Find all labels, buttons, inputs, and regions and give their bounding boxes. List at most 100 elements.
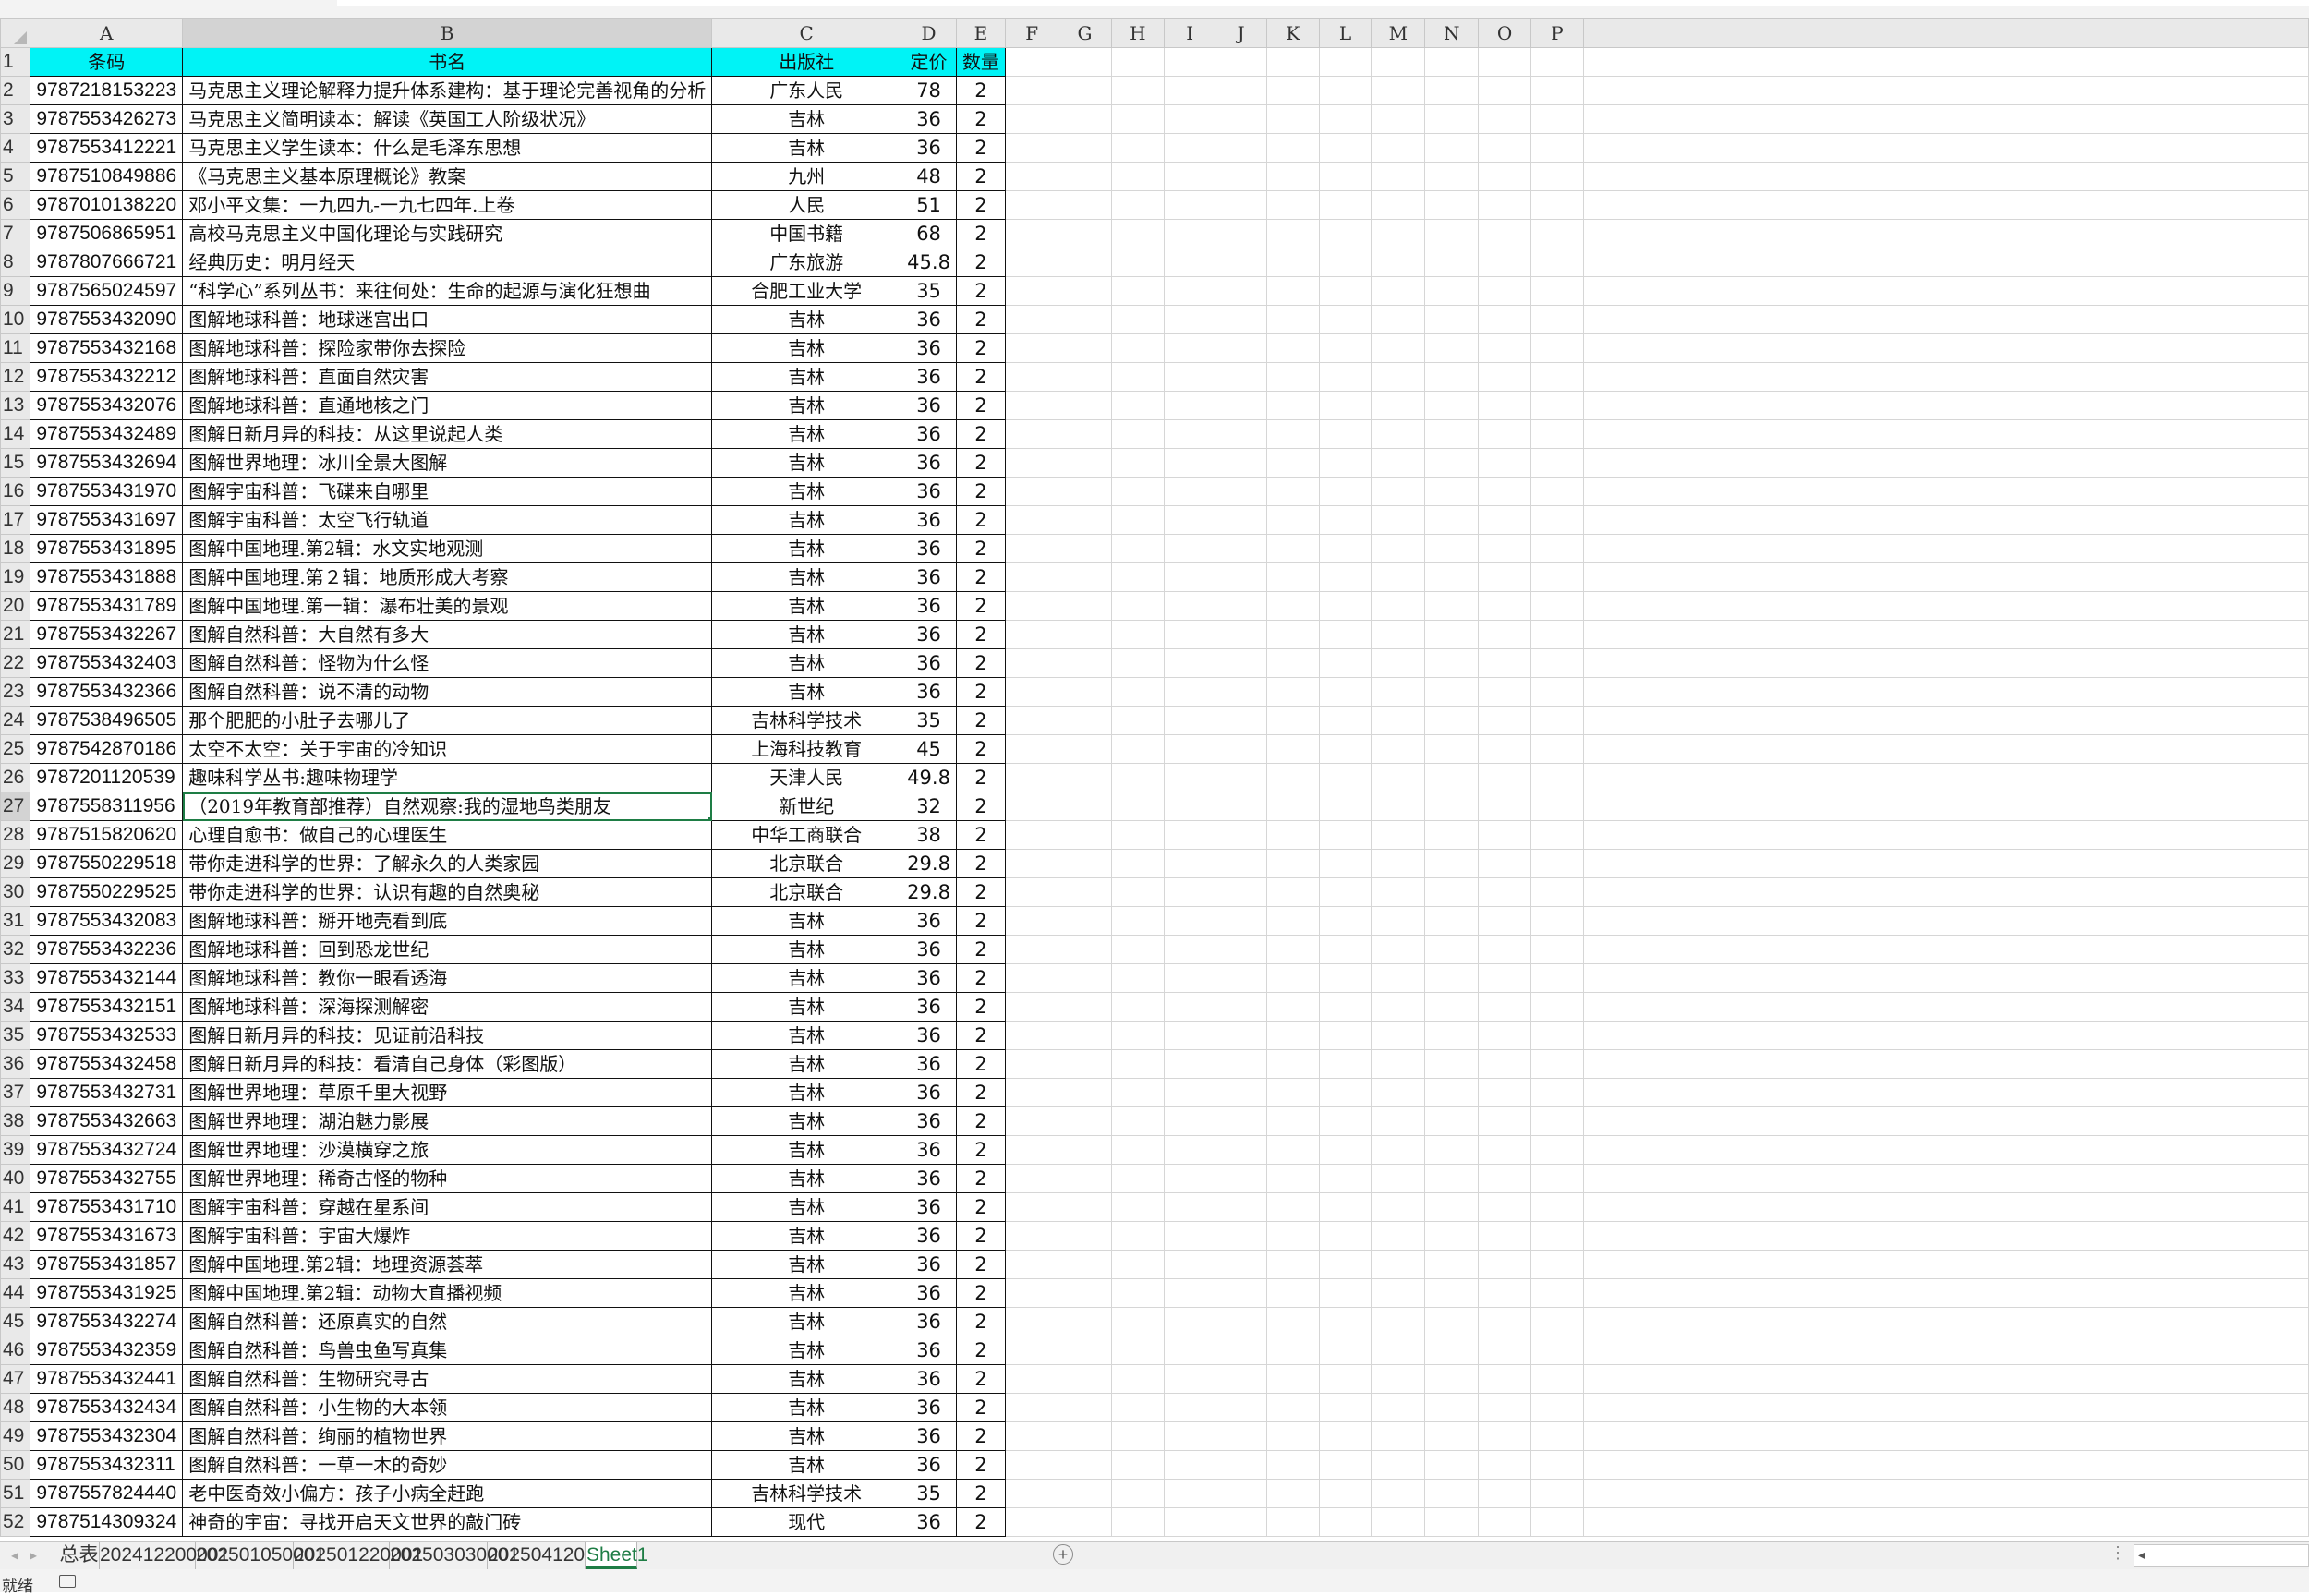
- price-cell[interactable]: 36: [901, 648, 957, 678]
- empty-cell[interactable]: [1424, 1450, 1479, 1480]
- empty-cell[interactable]: [1058, 877, 1112, 907]
- empty-cell[interactable]: [1318, 562, 1372, 592]
- empty-cell[interactable]: [1215, 1078, 1267, 1107]
- publisher-cell[interactable]: 北京联合: [711, 849, 902, 878]
- empty-cell[interactable]: [1004, 1307, 1059, 1336]
- empty-cell[interactable]: [1477, 992, 1532, 1022]
- row-header-18[interactable]: 18: [0, 534, 31, 563]
- row-header-28[interactable]: 28: [0, 820, 31, 850]
- empty-cell[interactable]: [1215, 1336, 1267, 1365]
- empty-cell[interactable]: [1058, 591, 1112, 621]
- empty-cell[interactable]: [1371, 1135, 1426, 1165]
- barcode-cell[interactable]: 9787553426273: [30, 104, 184, 134]
- title-cell[interactable]: 马克思主义简明读本：解读《英国工人阶级状况》: [182, 104, 713, 134]
- empty-cell[interactable]: [1215, 935, 1267, 964]
- empty-cell[interactable]: [1477, 419, 1532, 449]
- empty-cell[interactable]: [1477, 248, 1532, 277]
- empty-cell[interactable]: [1265, 849, 1320, 878]
- title-cell[interactable]: 图解中国地理.第2辑：地理资源荟萃: [182, 1250, 713, 1279]
- barcode-cell[interactable]: 9787553431710: [30, 1192, 184, 1222]
- empty-cell[interactable]: [1004, 1192, 1059, 1222]
- title-cell[interactable]: 图解世界地理：湖泊魅力影展: [182, 1106, 713, 1136]
- empty-cell[interactable]: [1371, 190, 1426, 220]
- publisher-cell[interactable]: 吉林: [711, 534, 902, 563]
- empty-cell[interactable]: [1477, 534, 1532, 563]
- empty-cell[interactable]: [1110, 505, 1166, 535]
- title-cell[interactable]: 图解中国地理.第２辑：地质形成大考察: [182, 562, 713, 592]
- quantity-cell[interactable]: 2: [955, 849, 1006, 878]
- empty-cell[interactable]: [1110, 1507, 1166, 1537]
- tab-splitter-icon[interactable]: ⋮: [2110, 1543, 2126, 1563]
- title-cell[interactable]: 图解自然科普：小生物的大本领: [182, 1393, 713, 1422]
- empty-cell[interactable]: [1004, 591, 1059, 621]
- empty-cell[interactable]: [1004, 820, 1059, 850]
- empty-cell[interactable]: [1371, 963, 1426, 993]
- empty-cell[interactable]: [1265, 877, 1320, 907]
- empty-cell[interactable]: [1477, 734, 1532, 764]
- empty-cell[interactable]: [1371, 877, 1426, 907]
- empty-cell[interactable]: [1530, 1049, 1584, 1079]
- empty-cell[interactable]: [1110, 1307, 1166, 1336]
- publisher-cell[interactable]: 上海科技教育: [711, 734, 902, 764]
- empty-cell[interactable]: [1530, 190, 1584, 220]
- title-cell[interactable]: 带你走进科学的世界：了解永久的人类家园: [182, 849, 713, 878]
- publisher-cell[interactable]: 中国书籍: [711, 219, 902, 248]
- empty-cell[interactable]: [1215, 1221, 1267, 1251]
- empty-cell[interactable]: [1318, 1135, 1372, 1165]
- empty-cell[interactable]: [1215, 190, 1267, 220]
- empty-cell[interactable]: [1215, 477, 1267, 506]
- barcode-cell[interactable]: 9787538496505: [30, 706, 184, 735]
- barcode-cell[interactable]: 9787542870186: [30, 734, 184, 764]
- empty-cell[interactable]: [1004, 792, 1059, 821]
- price-cell[interactable]: 36: [901, 1221, 957, 1251]
- empty-cell[interactable]: [1424, 877, 1479, 907]
- empty-cell[interactable]: [1265, 935, 1320, 964]
- empty-cell[interactable]: [1164, 448, 1216, 478]
- empty-cell[interactable]: [1164, 820, 1216, 850]
- quantity-cell[interactable]: 2: [955, 763, 1006, 792]
- row-header-15[interactable]: 15: [0, 448, 31, 478]
- empty-cell[interactable]: [1265, 190, 1320, 220]
- empty-cell[interactable]: [1164, 133, 1216, 163]
- empty-cell[interactable]: [1164, 1307, 1216, 1336]
- empty-cell[interactable]: [1110, 1364, 1166, 1394]
- empty-cell[interactable]: [1110, 162, 1166, 191]
- barcode-cell[interactable]: 9787553432755: [30, 1164, 184, 1193]
- title-cell[interactable]: 《马克思主义基本原理概论》教案: [182, 162, 713, 191]
- empty-cell[interactable]: [1004, 162, 1059, 191]
- quantity-cell[interactable]: 2: [955, 1250, 1006, 1279]
- quantity-cell[interactable]: 2: [955, 1078, 1006, 1107]
- empty-cell[interactable]: [1477, 47, 1532, 77]
- empty-cell[interactable]: [1477, 1164, 1532, 1193]
- empty-cell[interactable]: [1215, 1164, 1267, 1193]
- empty-cell[interactable]: [1477, 677, 1532, 707]
- row-header-35[interactable]: 35: [0, 1021, 31, 1050]
- empty-cell[interactable]: [1265, 305, 1320, 334]
- empty-cell[interactable]: [1424, 190, 1479, 220]
- empty-cell[interactable]: [1058, 477, 1112, 506]
- empty-cell[interactable]: [1424, 1507, 1479, 1537]
- empty-cell[interactable]: [1477, 333, 1532, 363]
- publisher-cell[interactable]: 北京联合: [711, 877, 902, 907]
- header-cell[interactable]: 书名: [182, 47, 713, 77]
- empty-cell[interactable]: [1004, 1507, 1059, 1537]
- empty-cell[interactable]: [1164, 620, 1216, 649]
- barcode-cell[interactable]: 9787553432403: [30, 648, 184, 678]
- empty-cell[interactable]: [1164, 648, 1216, 678]
- empty-cell[interactable]: [1371, 1164, 1426, 1193]
- empty-cell[interactable]: [1004, 104, 1059, 134]
- empty-cell[interactable]: [1265, 248, 1320, 277]
- empty-cell[interactable]: [1215, 1307, 1267, 1336]
- publisher-cell[interactable]: 吉林: [711, 1307, 902, 1336]
- empty-cell[interactable]: [1215, 648, 1267, 678]
- quantity-cell[interactable]: 2: [955, 76, 1006, 105]
- row-header-44[interactable]: 44: [0, 1278, 31, 1308]
- empty-cell[interactable]: [1530, 1078, 1584, 1107]
- empty-cell[interactable]: [1058, 219, 1112, 248]
- empty-cell[interactable]: [1424, 677, 1479, 707]
- empty-cell[interactable]: [1265, 706, 1320, 735]
- empty-cell[interactable]: [1424, 1278, 1479, 1308]
- empty-cell[interactable]: [1530, 1135, 1584, 1165]
- empty-cell[interactable]: [1215, 448, 1267, 478]
- empty-cell[interactable]: [1004, 677, 1059, 707]
